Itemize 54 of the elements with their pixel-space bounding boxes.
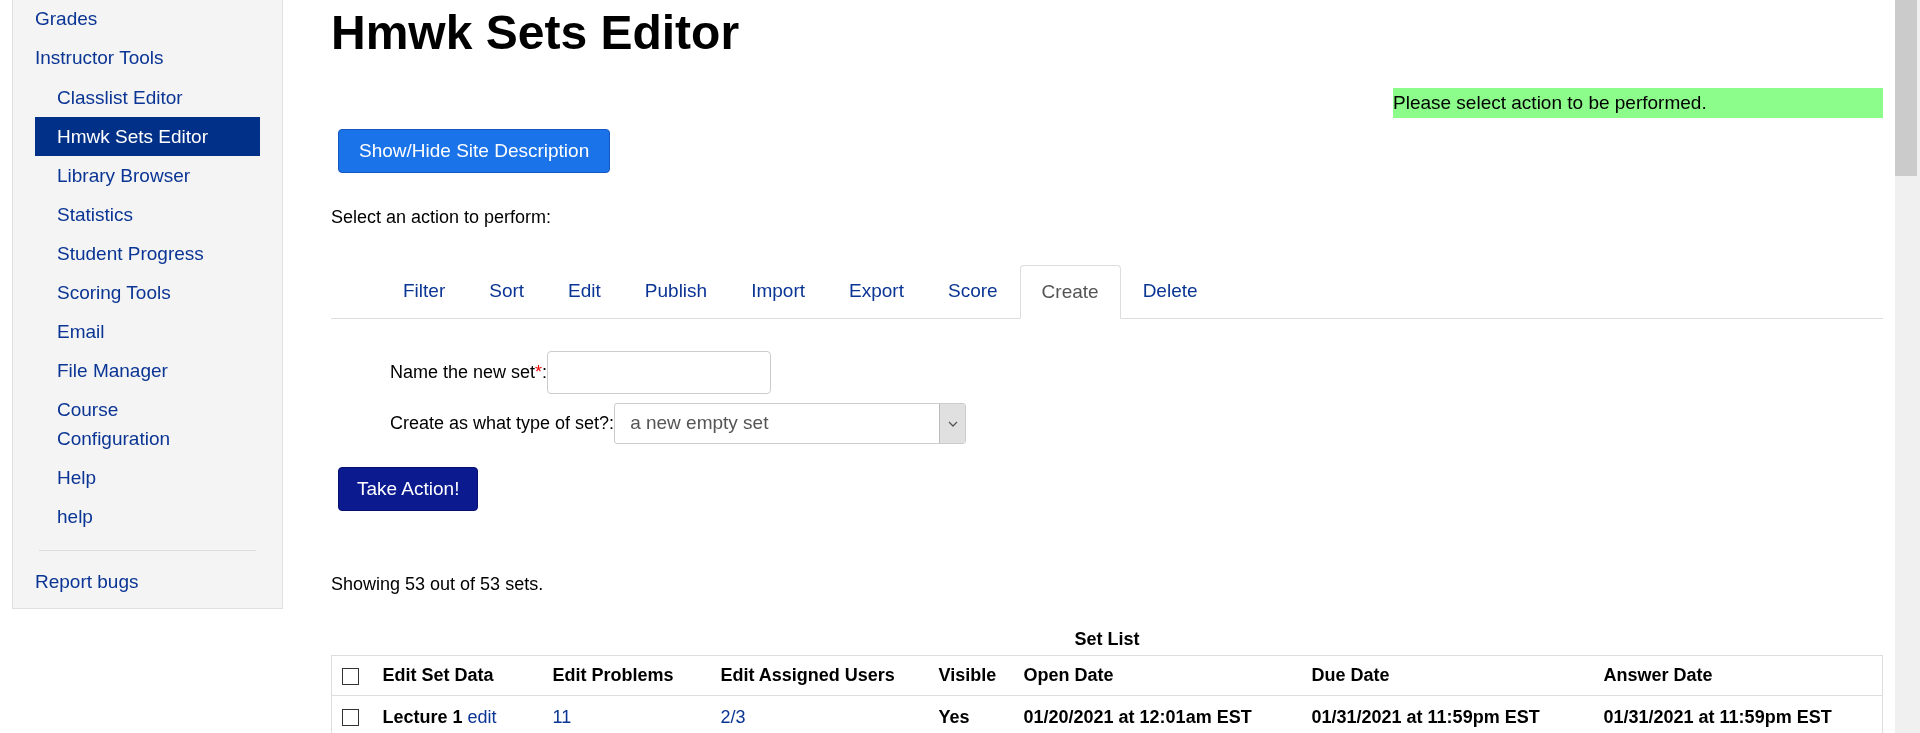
sidebar-link[interactable]: Statistics (35, 195, 260, 234)
scrollbar-thumb[interactable] (1895, 0, 1917, 176)
assigned-users-link[interactable]: 2/3 (720, 706, 746, 727)
sidebar-link[interactable]: Classlist Editor (35, 78, 260, 117)
sidebar-link[interactable]: Help (35, 458, 260, 497)
problems-link[interactable]: 11 (552, 706, 572, 727)
sidebar-link[interactable]: Library Browser (35, 156, 260, 195)
sidebar-link[interactable]: help (35, 497, 260, 536)
column-header: Edit Set Data (376, 655, 547, 696)
tab[interactable]: Score (925, 264, 1020, 318)
column-header: Visible (932, 655, 1018, 696)
column-header: Edit Assigned Users (714, 655, 933, 696)
sidebar-link[interactable]: Hmwk Sets Editor (35, 117, 260, 156)
chevron-down-icon (947, 420, 958, 427)
tab[interactable]: Sort (467, 264, 547, 318)
sidebar-link[interactable]: Scoring Tools (35, 273, 260, 312)
action-prompt: Select an action to perform: (331, 206, 553, 229)
sidebar-link[interactable]: Course Configuration (35, 390, 260, 458)
tab[interactable]: Create (1019, 265, 1121, 319)
table-caption: Set List (1073, 628, 1141, 651)
tab[interactable]: Edit (546, 264, 623, 318)
sidebar-link[interactable]: Student Progress (35, 234, 260, 273)
set-type-dropdown[interactable]: a new empty set (614, 403, 967, 444)
column-header: Edit Problems (546, 655, 715, 696)
sidebar-link[interactable]: Instructor Tools (35, 39, 260, 78)
column-header: Due Date (1305, 655, 1598, 696)
tab[interactable]: Export (827, 264, 926, 318)
table-cell: 01/31/2021 at 11:59pm EST (1305, 695, 1598, 733)
set-name: Lecture 1 (382, 706, 463, 727)
field-label: Name the new set*: (390, 361, 548, 384)
status-message: Please select action to be performed. (1393, 88, 1883, 118)
edit-link[interactable]: edit (467, 706, 497, 727)
sidebar-link[interactable]: Grades (35, 0, 260, 39)
take-action-button[interactable]: Take Action! (338, 467, 479, 511)
column-header: Answer Date (1597, 655, 1883, 696)
sidebar-link[interactable]: File Manager (35, 351, 260, 390)
scrollbar[interactable] (1895, 0, 1920, 733)
checkbox[interactable] (342, 667, 359, 685)
tab[interactable]: Filter (381, 264, 468, 318)
table-cell: Yes (932, 695, 1018, 733)
tab[interactable]: Import (729, 264, 828, 318)
sets-summary: Showing 53 out of 53 sets. (331, 573, 545, 596)
table-cell: 01/31/2021 at 11:59pm EST (1597, 695, 1883, 733)
tab[interactable]: Delete (1120, 264, 1220, 318)
set-name-field[interactable] (547, 351, 772, 394)
tab[interactable]: Publish (622, 264, 730, 318)
page-title: Hmwk Sets Editor (331, 9, 741, 57)
field-label: Create as what type of set?: (390, 412, 615, 435)
report-bugs-link[interactable]: Report bugs (35, 563, 260, 602)
sidebar-link[interactable]: Email (35, 312, 260, 351)
checkbox[interactable] (342, 709, 359, 727)
show-hide-description-button[interactable]: Show/Hide Site Description (338, 129, 611, 173)
column-header: Open Date (1017, 655, 1306, 696)
table-cell: 01/20/2021 at 12:01am EST (1017, 695, 1306, 733)
